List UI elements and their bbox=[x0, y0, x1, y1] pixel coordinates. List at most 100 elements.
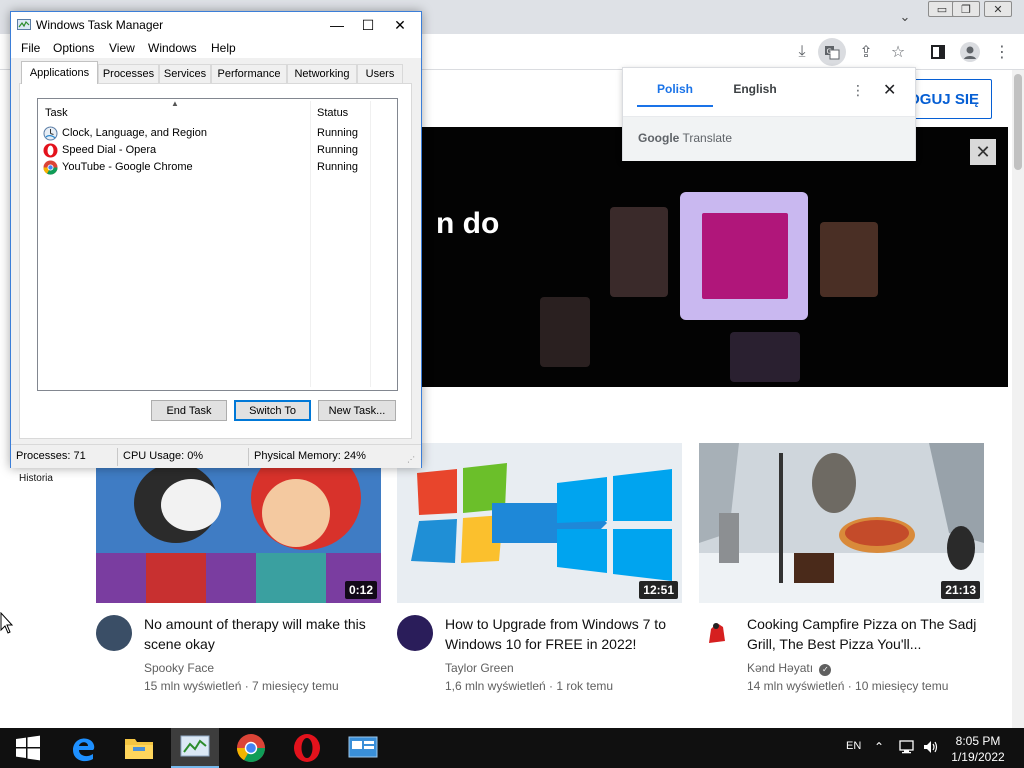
banner-photo bbox=[702, 213, 788, 299]
banner-headline: n do bbox=[436, 207, 500, 240]
google-logo-text: Google bbox=[638, 131, 680, 145]
video-title[interactable]: No amount of therapy will make this scen… bbox=[144, 614, 379, 654]
task-status: Running bbox=[317, 161, 358, 173]
taskbar-file-explorer-icon[interactable] bbox=[115, 728, 163, 768]
show-hidden-icons-icon[interactable]: ⌃ bbox=[874, 740, 884, 754]
task-manager-menubar: File Options View Windows Help bbox=[11, 38, 421, 58]
status-divider bbox=[117, 448, 118, 466]
task-status: Running bbox=[317, 144, 358, 156]
tab-users[interactable]: Users bbox=[357, 64, 403, 83]
menu-help[interactable]: Help bbox=[211, 41, 236, 55]
banner-close-icon[interactable]: ✕ bbox=[970, 139, 996, 165]
clock-time: 8:05 PM bbox=[955, 734, 1001, 748]
task-name: Speed Dial - Opera bbox=[62, 144, 157, 156]
mouse-cursor-icon bbox=[0, 612, 14, 634]
channel-name-text: Kənd Həyatı bbox=[747, 661, 814, 675]
banner-frame-image bbox=[610, 207, 668, 297]
new-task-button[interactable]: New Task... bbox=[318, 400, 396, 421]
taskbar-clock[interactable]: 8:05 PM 1/19/2022 bbox=[942, 733, 1014, 765]
profile-avatar-icon[interactable] bbox=[956, 38, 984, 66]
task-status: Running bbox=[317, 127, 358, 139]
table-row[interactable]: Clock, Language, and Region Running bbox=[41, 125, 396, 142]
banner-frame-image bbox=[540, 297, 590, 367]
menu-windows[interactable]: Windows bbox=[148, 41, 197, 55]
menu-file[interactable]: File bbox=[21, 41, 40, 55]
status-divider bbox=[248, 448, 249, 466]
video-duration: 21:13 bbox=[941, 581, 980, 599]
channel-name[interactable]: Taylor Green bbox=[445, 661, 514, 675]
tm-maximize-button[interactable]: ☐ bbox=[351, 12, 385, 38]
task-manager-statusbar: Processes: 71 CPU Usage: 0% Physical Mem… bbox=[11, 444, 421, 468]
taskbar: EN ⌃ 8:05 PM 1/19/2022 bbox=[0, 728, 1024, 768]
share-icon[interactable]: ⇪ bbox=[852, 38, 880, 66]
switch-to-button[interactable]: Switch To bbox=[234, 400, 311, 421]
task-manager-icon bbox=[17, 18, 31, 32]
google-translate-brand: Google Translate bbox=[638, 131, 732, 145]
channel-avatar[interactable] bbox=[699, 615, 735, 651]
end-task-button[interactable]: End Task bbox=[151, 400, 227, 421]
tab-performance[interactable]: Performance bbox=[211, 64, 287, 83]
status-memory: Physical Memory: 24% bbox=[254, 450, 366, 462]
tab-processes[interactable]: Processes bbox=[98, 64, 159, 83]
sort-ascending-icon: ▲ bbox=[171, 99, 179, 108]
channel-avatar[interactable] bbox=[96, 615, 132, 651]
column-header-status[interactable]: Status bbox=[317, 107, 348, 119]
status-processes: Processes: 71 bbox=[16, 450, 86, 462]
verified-badge-icon: ✓ bbox=[819, 664, 832, 676]
video-duration: 12:51 bbox=[639, 581, 678, 599]
tab-applications[interactable]: Applications bbox=[21, 61, 98, 84]
channel-name[interactable]: Spooky Face bbox=[144, 661, 214, 675]
install-app-icon[interactable]: ⤓ bbox=[788, 38, 816, 66]
video-title[interactable]: How to Upgrade from Windows 7 to Windows… bbox=[445, 614, 680, 654]
table-row[interactable]: YouTube - Google Chrome Running bbox=[41, 159, 396, 176]
tm-minimize-button[interactable]: — bbox=[320, 12, 354, 38]
video-title[interactable]: Cooking Campfire Pizza on The Sadj Grill… bbox=[747, 614, 982, 654]
browser-close-button[interactable]: ✕ bbox=[984, 1, 1012, 17]
translate-tab-polish[interactable]: Polish bbox=[637, 82, 713, 96]
video-meta: 1,6 mln wyświetleń · 1 rok temu bbox=[445, 679, 614, 693]
video-thumbnail[interactable]: 12:51 bbox=[397, 443, 682, 603]
chrome-menu-icon[interactable]: ⋮ bbox=[988, 38, 1016, 66]
clock-date: 1/19/2022 bbox=[951, 750, 1005, 764]
taskbar-chrome-icon[interactable] bbox=[227, 728, 275, 768]
video-thumbnail[interactable]: 21:13 bbox=[699, 443, 984, 603]
translate-close-icon[interactable]: ✕ bbox=[883, 80, 896, 100]
video-meta: 14 mln wyświetleń · 10 miesięcy temu bbox=[747, 679, 949, 693]
column-header-task[interactable]: Task bbox=[45, 107, 68, 119]
tab-networking[interactable]: Networking bbox=[287, 64, 357, 83]
windows-logo-icon bbox=[16, 735, 40, 761]
tab-services[interactable]: Services bbox=[159, 64, 211, 83]
menu-options[interactable]: Options bbox=[53, 41, 94, 55]
volume-icon[interactable] bbox=[922, 739, 940, 755]
start-button[interactable] bbox=[4, 728, 52, 768]
tab-search-dropdown-icon[interactable]: ⌄ bbox=[896, 8, 914, 26]
task-list[interactable]: ▲ Task Status Clock, Language, and Regio… bbox=[37, 98, 398, 391]
menu-view[interactable]: View bbox=[109, 41, 135, 55]
channel-name[interactable]: Kənd Həyatı ✓ bbox=[747, 661, 832, 676]
side-panel-icon[interactable] bbox=[924, 38, 952, 66]
tm-close-button[interactable]: ✕ bbox=[383, 12, 417, 38]
translate-more-options-icon[interactable]: ⋮ bbox=[851, 82, 865, 99]
task-manager-title: Windows Task Manager bbox=[36, 18, 164, 32]
channel-avatar[interactable] bbox=[397, 615, 433, 651]
taskbar-edge-icon[interactable] bbox=[59, 728, 107, 768]
resize-grip-icon[interactable]: ⋰ bbox=[407, 455, 415, 464]
bookmark-star-icon[interactable]: ☆ bbox=[884, 38, 912, 66]
translate-tab-english[interactable]: English bbox=[717, 82, 793, 96]
network-icon[interactable] bbox=[898, 739, 916, 755]
sidebar-item-history[interactable]: Historia bbox=[0, 473, 72, 484]
banner-frame-image bbox=[820, 222, 878, 297]
taskbar-task-manager-icon[interactable] bbox=[171, 728, 219, 768]
page-scrollbar-thumb[interactable] bbox=[1014, 74, 1022, 170]
task-name: YouTube - Google Chrome bbox=[62, 161, 193, 173]
translate-tab-indicator bbox=[637, 105, 713, 107]
task-manager-titlebar[interactable]: Windows Task Manager — ☐ ✕ bbox=[11, 12, 421, 38]
svg-text:G: G bbox=[827, 48, 832, 56]
taskbar-opera-icon[interactable] bbox=[283, 728, 331, 768]
input-language-indicator[interactable]: EN bbox=[846, 740, 861, 752]
taskbar-control-panel-icon[interactable] bbox=[339, 728, 387, 768]
translate-page-icon[interactable]: G bbox=[818, 38, 846, 66]
translate-brand-text: Translate bbox=[682, 131, 733, 145]
browser-restore-button[interactable]: ❐ bbox=[952, 1, 980, 17]
table-row[interactable]: Speed Dial - Opera Running bbox=[41, 142, 396, 159]
